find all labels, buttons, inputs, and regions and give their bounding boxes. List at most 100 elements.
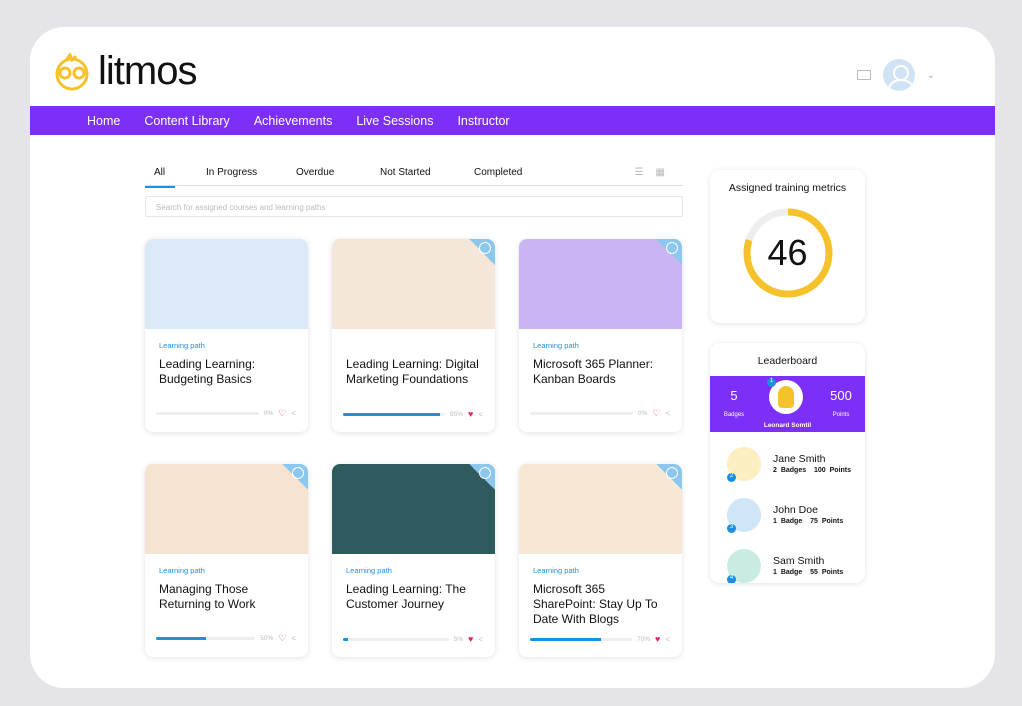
course-title: Leading Learning: Digital Marketing Foun… [346, 357, 479, 386]
tab-not-started[interactable]: Not Started [371, 167, 465, 186]
globe-icon [469, 464, 495, 490]
course-thumbnail [519, 239, 682, 329]
metrics-gauge: 46 [741, 206, 835, 300]
heart-filled-icon[interactable]: ♥ [655, 634, 660, 644]
leaderboard-title: Leaderboard [757, 355, 818, 367]
tab-all[interactable]: All [145, 167, 175, 188]
user-name: Jane Smith [773, 453, 826, 465]
rank-badge: 4 [727, 574, 736, 583]
globe-icon [656, 239, 682, 265]
course-type: Learning path [533, 341, 579, 350]
course-type [346, 341, 495, 351]
progress-bar [156, 412, 259, 415]
course-card[interactable]: Learning path Managing Those Returning t… [145, 464, 308, 657]
progress-percent: 95% [449, 410, 463, 418]
heart-filled-icon[interactable]: ♥ [468, 409, 473, 419]
leaderboard-panel: Leaderboard 5 Badges 1 500 Points Leonard … [710, 343, 865, 583]
mail-icon[interactable] [856, 70, 871, 80]
user-points: 75 Points [810, 518, 844, 525]
course-title: Managing Those Returning to Work [159, 582, 256, 611]
main-nav: Home Content Library Achievements Live S… [30, 106, 995, 135]
share-icon[interactable]: < [478, 410, 483, 419]
logo-text: litmos [98, 49, 197, 93]
progress-percent: 0% [637, 410, 648, 417]
course-type: Learning path [346, 566, 392, 575]
user-points: 100 Points [814, 467, 852, 474]
progress-bar [343, 412, 445, 416]
course-card[interactable]: Learning path Microsoft 365 Planner: Kan… [519, 239, 682, 432]
rank-badge: 3 [727, 523, 736, 533]
nav-instructor[interactable]: Instructor [457, 114, 509, 128]
user-avatar: 3 [727, 497, 761, 533]
course-title: Microsoft 365 SharePoint: Stay Up To Dat… [533, 582, 658, 626]
rank-badge: 2 [727, 472, 736, 482]
user-points: 55 Points [810, 569, 844, 576]
share-icon[interactable]: < [291, 409, 296, 418]
course-thumbnail [332, 239, 495, 329]
leader-points: 500 [830, 388, 852, 403]
heart-outline-icon[interactable]: ♡ [278, 408, 286, 419]
heart-outline-icon[interactable]: ♡ [278, 633, 286, 644]
litmos-logo[interactable]: litmos [52, 49, 197, 94]
course-type: Learning path [159, 341, 205, 350]
leader-banner: 5 Badges 1 500 Points Leonard Somtil [710, 376, 865, 432]
tab-in-progress[interactable]: In Progress [197, 167, 287, 186]
course-type: Learning path [533, 566, 579, 575]
share-icon[interactable]: < [665, 409, 670, 418]
heart-filled-icon[interactable]: ♥ [468, 634, 473, 644]
progress-percent: 5% [453, 635, 463, 643]
course-thumbnail [145, 464, 308, 554]
user-name: Sam Smith [773, 555, 825, 567]
leaderboard-row[interactable]: 4 Sam Smith 1 Badge 55 Points [710, 540, 865, 583]
leader-points-label: Points [832, 412, 850, 418]
user-avatar[interactable] [882, 59, 915, 91]
user-badges: 1 Badge [773, 518, 803, 525]
user-badges: 2 Badges [773, 467, 807, 474]
course-title: Microsoft 365 Planner: Kanban Boards [533, 357, 654, 386]
user-badges: 1 Badge [773, 569, 803, 576]
metrics-panel: Assigned training metrics 46 [710, 170, 865, 323]
metrics-value: 46 [767, 232, 808, 273]
leader-badges-label: Badges [723, 412, 745, 418]
tab-overdue[interactable]: Overdue [287, 167, 371, 186]
nav-home[interactable]: Home [87, 114, 120, 128]
progress-percent: 50% [260, 635, 274, 642]
course-card[interactable]: Learning path Leading Learning: The Cust… [332, 464, 495, 657]
course-card[interactable]: Learning path Leading Learning: Budgetin… [145, 239, 308, 432]
list-view-icon[interactable]: ☰ [635, 167, 656, 178]
globe-icon [656, 464, 682, 490]
share-icon[interactable]: < [478, 635, 483, 644]
heart-outline-icon[interactable]: ♡ [652, 408, 660, 419]
grid-view-icon[interactable]: ▦ [656, 167, 677, 178]
leaderboard-row[interactable]: 3 John Doe 1 Badge 75 Points [710, 489, 865, 540]
user-avatar: 4 [727, 548, 761, 583]
course-thumbnail [519, 464, 682, 554]
tab-completed[interactable]: Completed [465, 167, 531, 186]
metrics-title: Assigned training metrics [728, 182, 847, 194]
course-card[interactable]: Leading Learning: Digital Marketing Foun… [332, 239, 495, 432]
app-window: litmos ⌄ Home Content Library Achievemen… [30, 27, 995, 688]
course-thumbnail [332, 464, 495, 554]
globe-icon [469, 239, 495, 265]
nav-live-sessions[interactable]: Live Sessions [356, 114, 433, 128]
search-input[interactable]: Search for assigned courses and learning… [145, 196, 683, 217]
progress-percent: 0% [263, 410, 274, 417]
leaderboard-row[interactable]: 2 Jane Smith 2 Badges 100 Points [710, 438, 865, 489]
progress-bar [530, 637, 632, 641]
filter-tabs: All In Progress Overdue Not Started Comp… [145, 167, 683, 188]
course-thumbnail [145, 239, 308, 329]
course-card[interactable]: Learning path Microsoft 365 SharePoint: … [519, 464, 682, 657]
leader-avatar: 1 [767, 378, 803, 414]
chevron-down-icon[interactable]: ⌄ [927, 70, 935, 81]
progress-bar [530, 412, 633, 415]
progress-bar [343, 637, 449, 641]
share-icon[interactable]: < [291, 634, 296, 643]
share-icon[interactable]: < [665, 635, 670, 644]
leader-badges: 5 [730, 388, 738, 403]
user-name: John Doe [773, 504, 818, 516]
user-avatar: 2 [727, 446, 761, 482]
nav-achievements[interactable]: Achievements [254, 114, 333, 128]
course-title: Leading Learning: The Customer Journey [346, 582, 466, 611]
course-title: Leading Learning: Budgeting Basics [159, 357, 256, 386]
nav-content-library[interactable]: Content Library [144, 114, 229, 128]
